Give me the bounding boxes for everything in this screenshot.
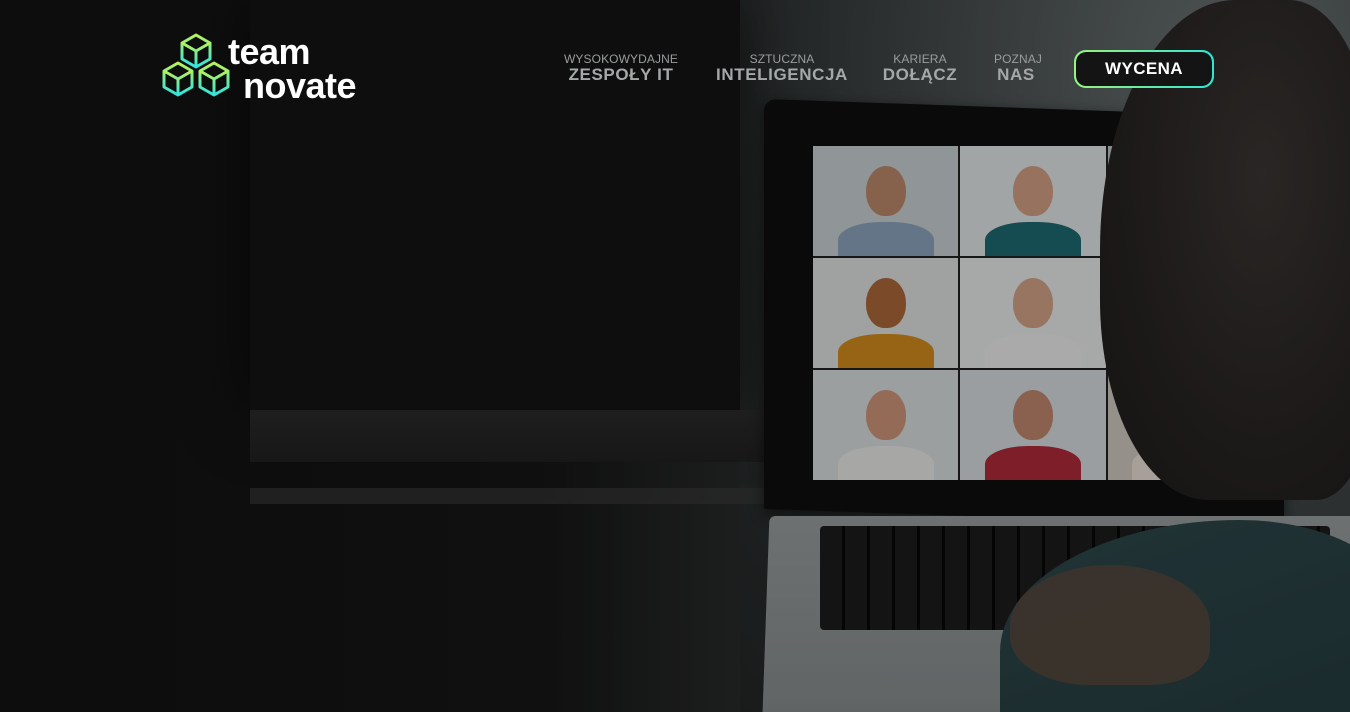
cubes-logo-icon — [162, 33, 230, 97]
overlay — [0, 0, 1350, 712]
nav-item-label: INTELIGENCJA — [716, 65, 848, 84]
nav-item-about[interactable]: POZNAJ NAS — [994, 52, 1042, 84]
nav-item-career[interactable]: KARIERA DOŁĄCZ — [880, 52, 960, 84]
nav-item-caption: SZTUCZNA — [749, 52, 815, 66]
brand-wordmark: team novate — [228, 30, 357, 106]
nav-item-label: NAS — [997, 65, 1035, 84]
nav-item-caption: POZNAJ — [994, 52, 1042, 66]
brand-name-line2: novate — [243, 65, 357, 106]
quote-button[interactable]: WYCENA — [1074, 50, 1214, 88]
nav-item-label: DOŁĄCZ — [882, 65, 958, 84]
nav-item-caption: KARIERA — [893, 52, 947, 66]
nav-item-label: ZESPOŁY IT — [568, 65, 674, 84]
brand-name-line1: team — [228, 30, 311, 72]
brand-logo[interactable]: team novate — [160, 30, 357, 106]
nav-item-caption: WYSOKOWYDAJNE — [564, 52, 678, 66]
nav-item-teams[interactable]: WYSOKOWYDAJNE ZESPOŁY IT — [563, 52, 679, 84]
nav-item-ai[interactable]: SZTUCZNA INTELIGENCJA — [710, 52, 854, 84]
hero-section: team novate WYSOKOWYDAJNE ZESPOŁY IT SZT… — [0, 0, 1350, 712]
